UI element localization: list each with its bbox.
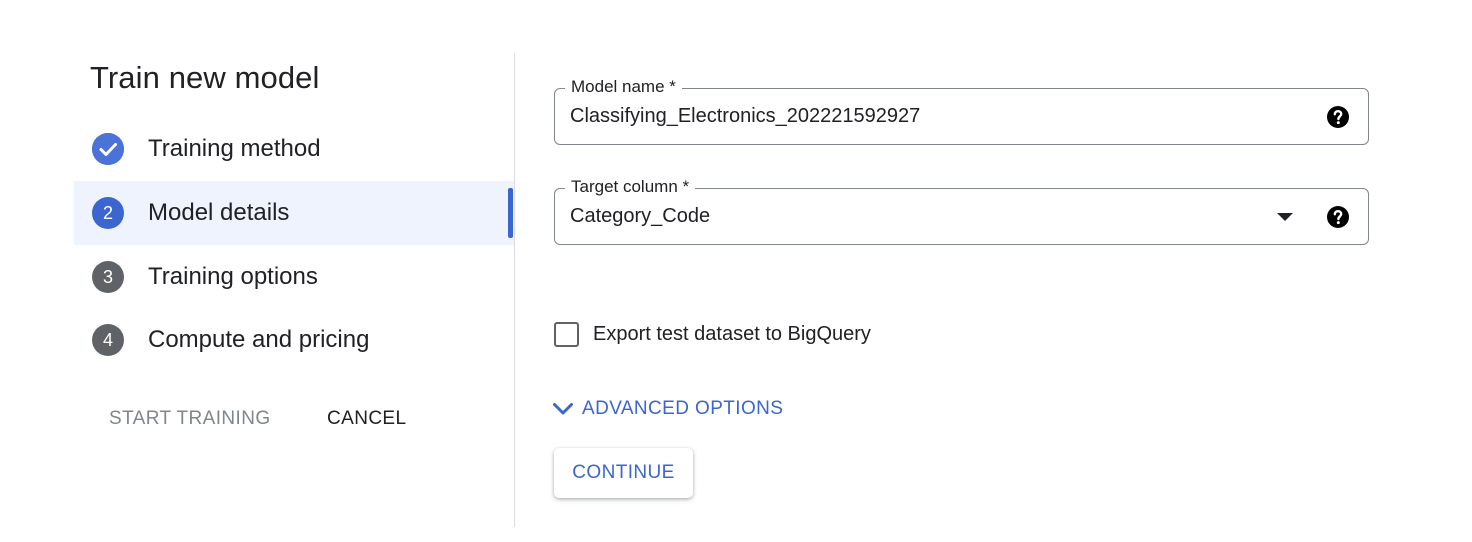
active-step-indicator [508,188,513,238]
step-compute-and-pricing[interactable]: 4 Compute and pricing [74,308,515,372]
continue-button[interactable]: CONTINUE [554,448,693,498]
step-number-badge: 2 [92,197,124,229]
step-training-method[interactable]: Training method [74,117,515,181]
page-title: Train new model [90,60,320,95]
start-training-button[interactable]: START TRAINING [109,408,271,430]
train-model-dialog: Train new model Training method 2 Model … [0,0,1472,542]
check-circle-icon [92,133,124,165]
target-column-label: Target column * [565,177,696,197]
model-name-value[interactable]: Classifying_Electronics_202221592927 [570,105,920,128]
model-name-label: Model name * [565,77,682,97]
advanced-options-toggle[interactable]: ADVANCED OPTIONS [551,397,783,421]
step-number-badge: 4 [92,324,124,356]
step-label: Compute and pricing [148,326,370,353]
target-column-value[interactable]: Category_Code [570,205,710,228]
export-test-dataset-label[interactable]: Export test dataset to BigQuery [593,323,871,346]
stepper-panel: Train new model Training method 2 Model … [0,0,515,542]
chevron-down-icon [553,403,573,415]
step-label: Training options [148,263,318,290]
export-test-dataset-checkbox[interactable] [554,322,579,347]
advanced-options-label: ADVANCED OPTIONS [582,398,784,419]
help-circle-icon[interactable] [1326,105,1350,129]
step-label: Training method [148,135,321,162]
target-column-select[interactable]: Target column * Category_Code [554,177,1369,245]
cancel-button[interactable]: CANCEL [327,408,406,430]
step-number-badge: 3 [92,261,124,293]
step-training-options[interactable]: 3 Training options [74,245,515,309]
model-name-field[interactable]: Model name * Classifying_Electronics_202… [554,77,1369,145]
step-model-details[interactable]: 2 Model details [74,181,515,245]
arrow-drop-down-icon[interactable] [1276,211,1294,223]
step-label: Model details [148,199,290,226]
panel-divider [514,53,515,527]
help-circle-icon[interactable] [1326,205,1350,229]
